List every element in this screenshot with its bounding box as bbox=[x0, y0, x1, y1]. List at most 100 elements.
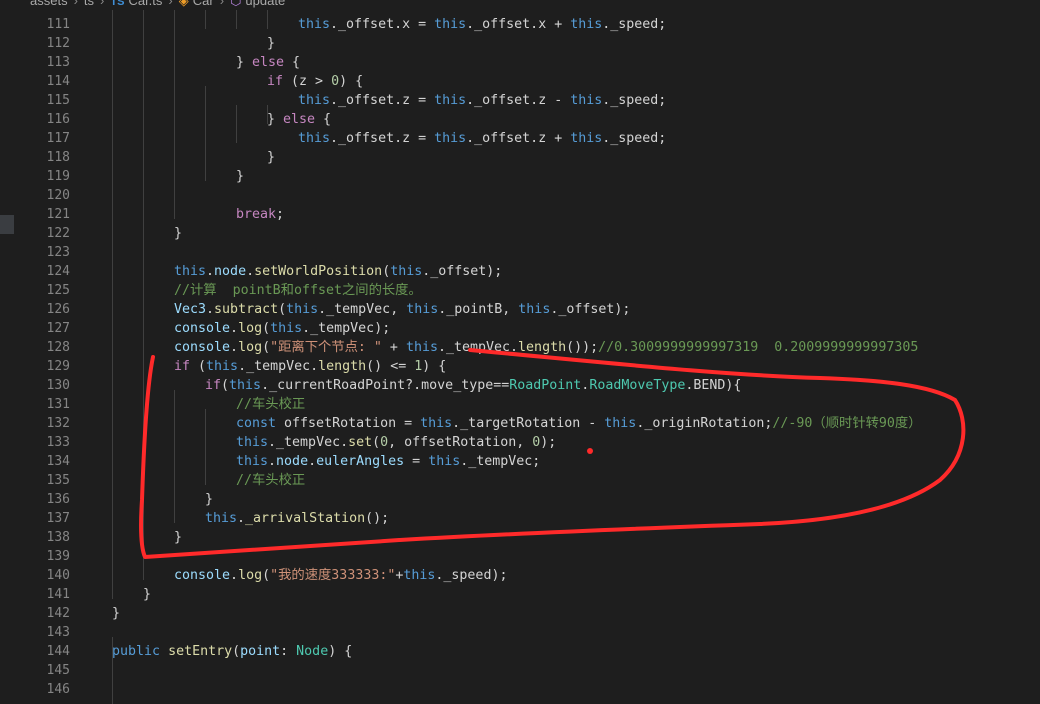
code-token: this bbox=[405, 340, 438, 355]
code-token: { bbox=[284, 55, 301, 70]
indent-guide bbox=[236, 10, 237, 29]
code-token: else bbox=[283, 112, 316, 127]
line-number: 116 bbox=[46, 112, 70, 127]
code-token: } bbox=[267, 112, 284, 127]
line-number: 118 bbox=[46, 150, 70, 165]
code-token: this bbox=[298, 131, 331, 146]
code-token: //-90（顺时针转90度） bbox=[772, 416, 922, 431]
line-number: 111 bbox=[46, 17, 70, 32]
line-number: 120 bbox=[46, 188, 70, 203]
code-line: if (z > 0) { bbox=[267, 72, 363, 91]
code-token: ._offset); bbox=[550, 302, 631, 317]
code-token: this bbox=[604, 416, 637, 431]
code-token: ._pointB, bbox=[438, 302, 519, 317]
code-token: () <= bbox=[366, 359, 415, 374]
code-token: ( bbox=[262, 340, 271, 355]
code-token: console bbox=[174, 568, 231, 583]
breadcrumb-item-class[interactable]: Car bbox=[193, 0, 214, 8]
code-line: //计算 pointB和offset之间的长度。 bbox=[174, 281, 422, 300]
code-token: ._offset.z + bbox=[466, 131, 571, 146]
code-token: } bbox=[174, 530, 183, 545]
code-token: ( bbox=[262, 568, 271, 583]
code-token: offsetRotation = bbox=[276, 416, 421, 431]
code-token: break bbox=[236, 207, 277, 222]
line-number: 130 bbox=[46, 378, 70, 393]
code-line: //车头校正 bbox=[236, 395, 305, 414]
code-token: this bbox=[434, 93, 467, 108]
code-line: this._arrivalStation(); bbox=[205, 509, 389, 528]
code-editor[interactable]: 111 112 113 114 115 116 117 118 119 120 121 122 123 1… bbox=[0, 10, 1040, 704]
line-number: 136 bbox=[46, 492, 70, 507]
line-number: 144 bbox=[46, 644, 70, 659]
code-area[interactable]: this._offset.x = this._offset.x + this._… bbox=[112, 10, 1040, 704]
code-token: { bbox=[315, 112, 332, 127]
indent-guide bbox=[112, 10, 113, 599]
code-token: ( bbox=[262, 321, 271, 336]
code-token: setEntry bbox=[168, 644, 233, 659]
code-line: } bbox=[174, 528, 182, 547]
code-token: (); bbox=[365, 511, 390, 526]
code-token: this bbox=[298, 93, 331, 108]
code-token: setWorldPosition bbox=[254, 264, 383, 279]
code-token: ._speed; bbox=[602, 131, 667, 146]
code-token: this bbox=[236, 454, 269, 469]
line-number: 131 bbox=[46, 397, 70, 412]
code-token: + bbox=[381, 340, 406, 355]
method-symbol-icon: ⬡ bbox=[230, 0, 242, 8]
line-number: 132 bbox=[46, 416, 70, 431]
code-token: const bbox=[236, 416, 277, 431]
line-number: 127 bbox=[46, 321, 70, 336]
code-token: ( bbox=[190, 359, 207, 374]
code-token: . bbox=[206, 264, 215, 279]
code-token: point bbox=[240, 644, 281, 659]
code-token: 0 bbox=[331, 74, 340, 89]
code-token: node bbox=[276, 454, 309, 469]
code-token: . bbox=[230, 568, 239, 583]
code-token: this bbox=[298, 17, 331, 32]
indent-guide bbox=[205, 10, 206, 29]
breadcrumb: assets › ts › TS Car.ts › ◈ Car › ⬡ update bbox=[0, 0, 1040, 10]
code-token: } bbox=[236, 55, 253, 70]
code-token: this bbox=[236, 435, 269, 450]
breadcrumb-item-method[interactable]: update bbox=[245, 0, 285, 8]
code-token: . bbox=[268, 454, 277, 469]
code-token: console bbox=[174, 340, 231, 355]
code-token: . bbox=[230, 340, 239, 355]
line-number: 134 bbox=[46, 454, 70, 469]
line-number: 139 bbox=[46, 549, 70, 564]
line-number: 141 bbox=[46, 587, 70, 602]
line-number-gutter: 111 112 113 114 115 116 117 118 119 120 121 122 123 1… bbox=[14, 10, 84, 704]
code-token: ._speed; bbox=[602, 93, 667, 108]
code-token: = bbox=[404, 454, 429, 469]
code-token: _arrivalStation bbox=[245, 511, 366, 526]
code-line: this.node.eulerAngles = this._tempVec; bbox=[236, 452, 540, 471]
code-token: ._tempVec. bbox=[238, 359, 319, 374]
code-token: this bbox=[570, 93, 603, 108]
indent-guide bbox=[174, 10, 175, 219]
code-token: RoadPoint bbox=[509, 378, 582, 393]
code-token: ._offset.z = bbox=[330, 131, 435, 146]
breadcrumb-item-ts[interactable]: ts bbox=[84, 0, 94, 8]
code-token: ._offset.z - bbox=[466, 93, 571, 108]
code-line: Vec3.subtract(this._tempVec, this._point… bbox=[174, 300, 630, 319]
code-token: this bbox=[420, 416, 453, 431]
line-number: 145 bbox=[46, 663, 70, 678]
breadcrumb-item-assets[interactable]: assets bbox=[30, 0, 68, 8]
chevron-right-icon: › bbox=[168, 0, 173, 8]
code-token: "距离下个节点: " bbox=[270, 340, 382, 355]
code-token: length bbox=[318, 359, 367, 374]
chevron-right-icon: › bbox=[100, 0, 105, 8]
code-token: Vec3 bbox=[174, 302, 207, 317]
code-token: log bbox=[238, 340, 263, 355]
code-line: this._offset.z = this._offset.z + this._… bbox=[298, 129, 666, 148]
code-token: ._offset.x = bbox=[330, 17, 435, 32]
code-line: } bbox=[112, 604, 120, 623]
code-line: this._tempVec.set(0, offsetRotation, 0); bbox=[236, 433, 556, 452]
code-token: length bbox=[518, 340, 567, 355]
line-number: 122 bbox=[46, 226, 70, 241]
code-token: ._speed; bbox=[602, 17, 667, 32]
code-token: set bbox=[348, 435, 373, 450]
code-line: } bbox=[174, 224, 182, 243]
line-number: 142 bbox=[46, 606, 70, 621]
breadcrumb-item-file[interactable]: Car.ts bbox=[128, 0, 162, 8]
